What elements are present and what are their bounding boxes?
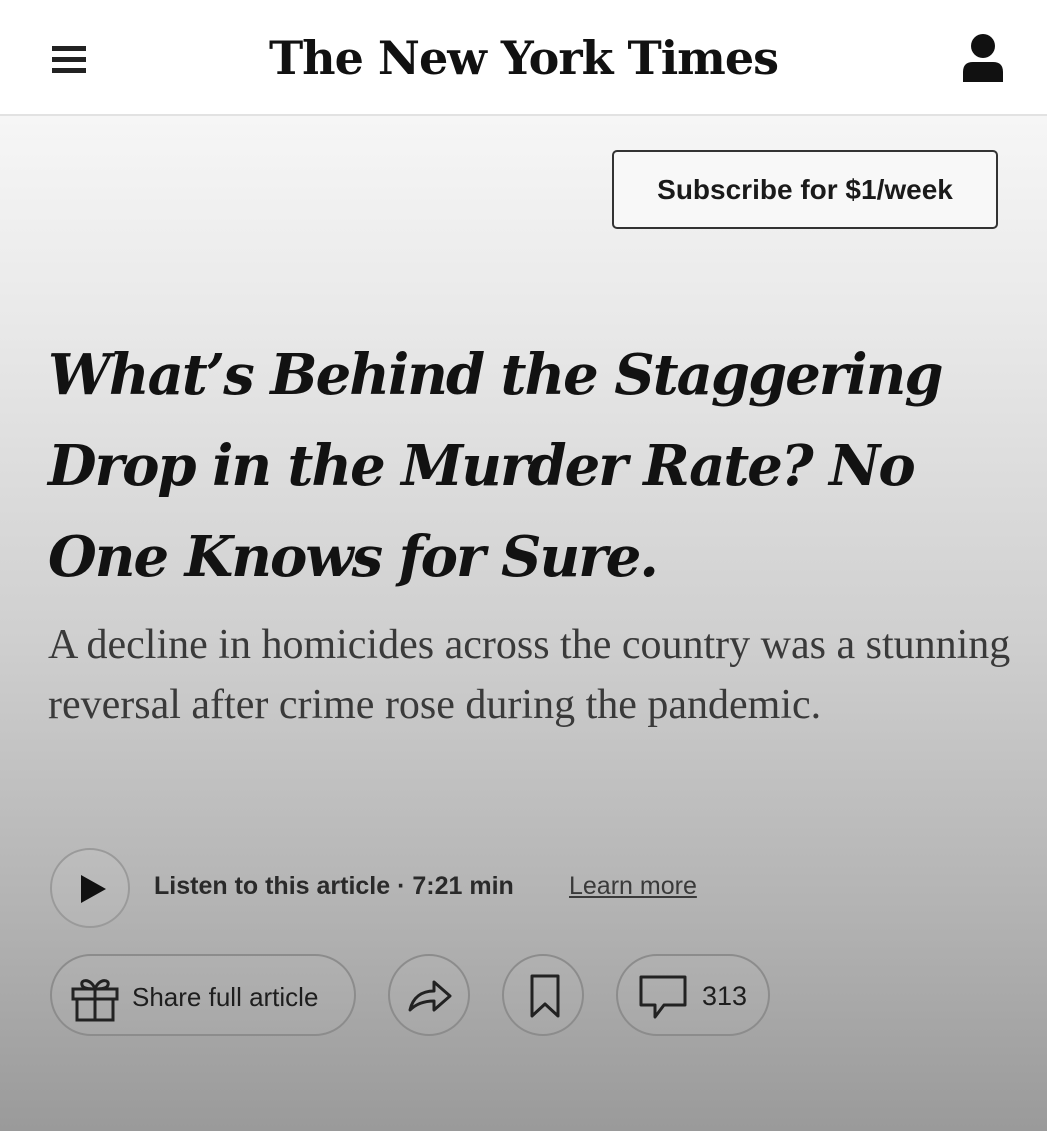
article-headline: What’s Behind the Staggering Drop in the… <box>48 342 943 590</box>
comment-bubble-icon <box>639 975 687 1019</box>
gift-icon <box>71 979 119 1022</box>
subscribe-button[interactable]: Subscribe for $1/week <box>612 150 998 229</box>
learn-more-link[interactable]: Learn more <box>569 872 697 901</box>
listen-duration-label: Listen to this article · 7:21 min <box>154 872 514 900</box>
share-full-article-button[interactable]: Share full article <box>50 954 356 1036</box>
share-arrow-icon <box>408 980 452 1012</box>
play-icon[interactable] <box>50 848 130 928</box>
bookmark-icon <box>530 974 560 1018</box>
share-button[interactable] <box>388 954 470 1036</box>
nyt-logo[interactable]: The New York Times <box>200 22 847 94</box>
share-full-article-label: Share full article <box>132 982 319 1012</box>
user-account-icon[interactable] <box>962 32 1004 84</box>
hamburger-menu-icon[interactable] <box>52 46 86 74</box>
comments-button[interactable]: 313 <box>616 954 770 1036</box>
top-navigation-bar: The New York Times <box>0 0 1047 116</box>
comment-count: 313 <box>702 981 748 1011</box>
listen-to-article-row: Listen to this article · 7:21 min Learn … <box>50 848 950 928</box>
save-article-button[interactable] <box>502 954 584 1036</box>
article-summary: A decline in homicides across the countr… <box>48 622 1011 728</box>
